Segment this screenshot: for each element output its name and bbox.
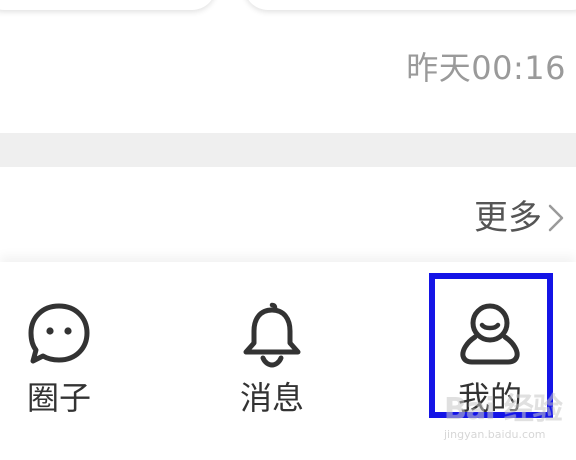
more-link[interactable]: 更多 <box>474 194 568 242</box>
bell-icon <box>243 302 301 368</box>
tab-circle[interactable]: 圈子 <box>0 288 124 418</box>
watermark-logo-text: Bai 经验 <box>444 392 563 427</box>
more-label: 更多 <box>474 198 542 238</box>
card-stub-right <box>244 0 576 10</box>
watermark-url: jingyan.baidu.com <box>444 428 546 441</box>
tab-label-circle: 圈子 <box>26 379 91 417</box>
card-stub-left <box>0 0 216 10</box>
chat-bubble-icon <box>28 303 90 364</box>
app-screen: 昨天00:16 更多 圈子 消息 我的 Bai 经验 jingyan.baidu… <box>0 0 576 460</box>
section-divider <box>0 133 576 167</box>
message-timestamp: 昨天00:16 <box>406 49 566 87</box>
tab-label-messages: 消息 <box>239 379 304 417</box>
chevron-right-icon <box>548 204 564 232</box>
watermark: Bai 经验 jingyan.baidu.com <box>444 384 564 454</box>
tab-messages[interactable]: 消息 <box>207 288 337 418</box>
